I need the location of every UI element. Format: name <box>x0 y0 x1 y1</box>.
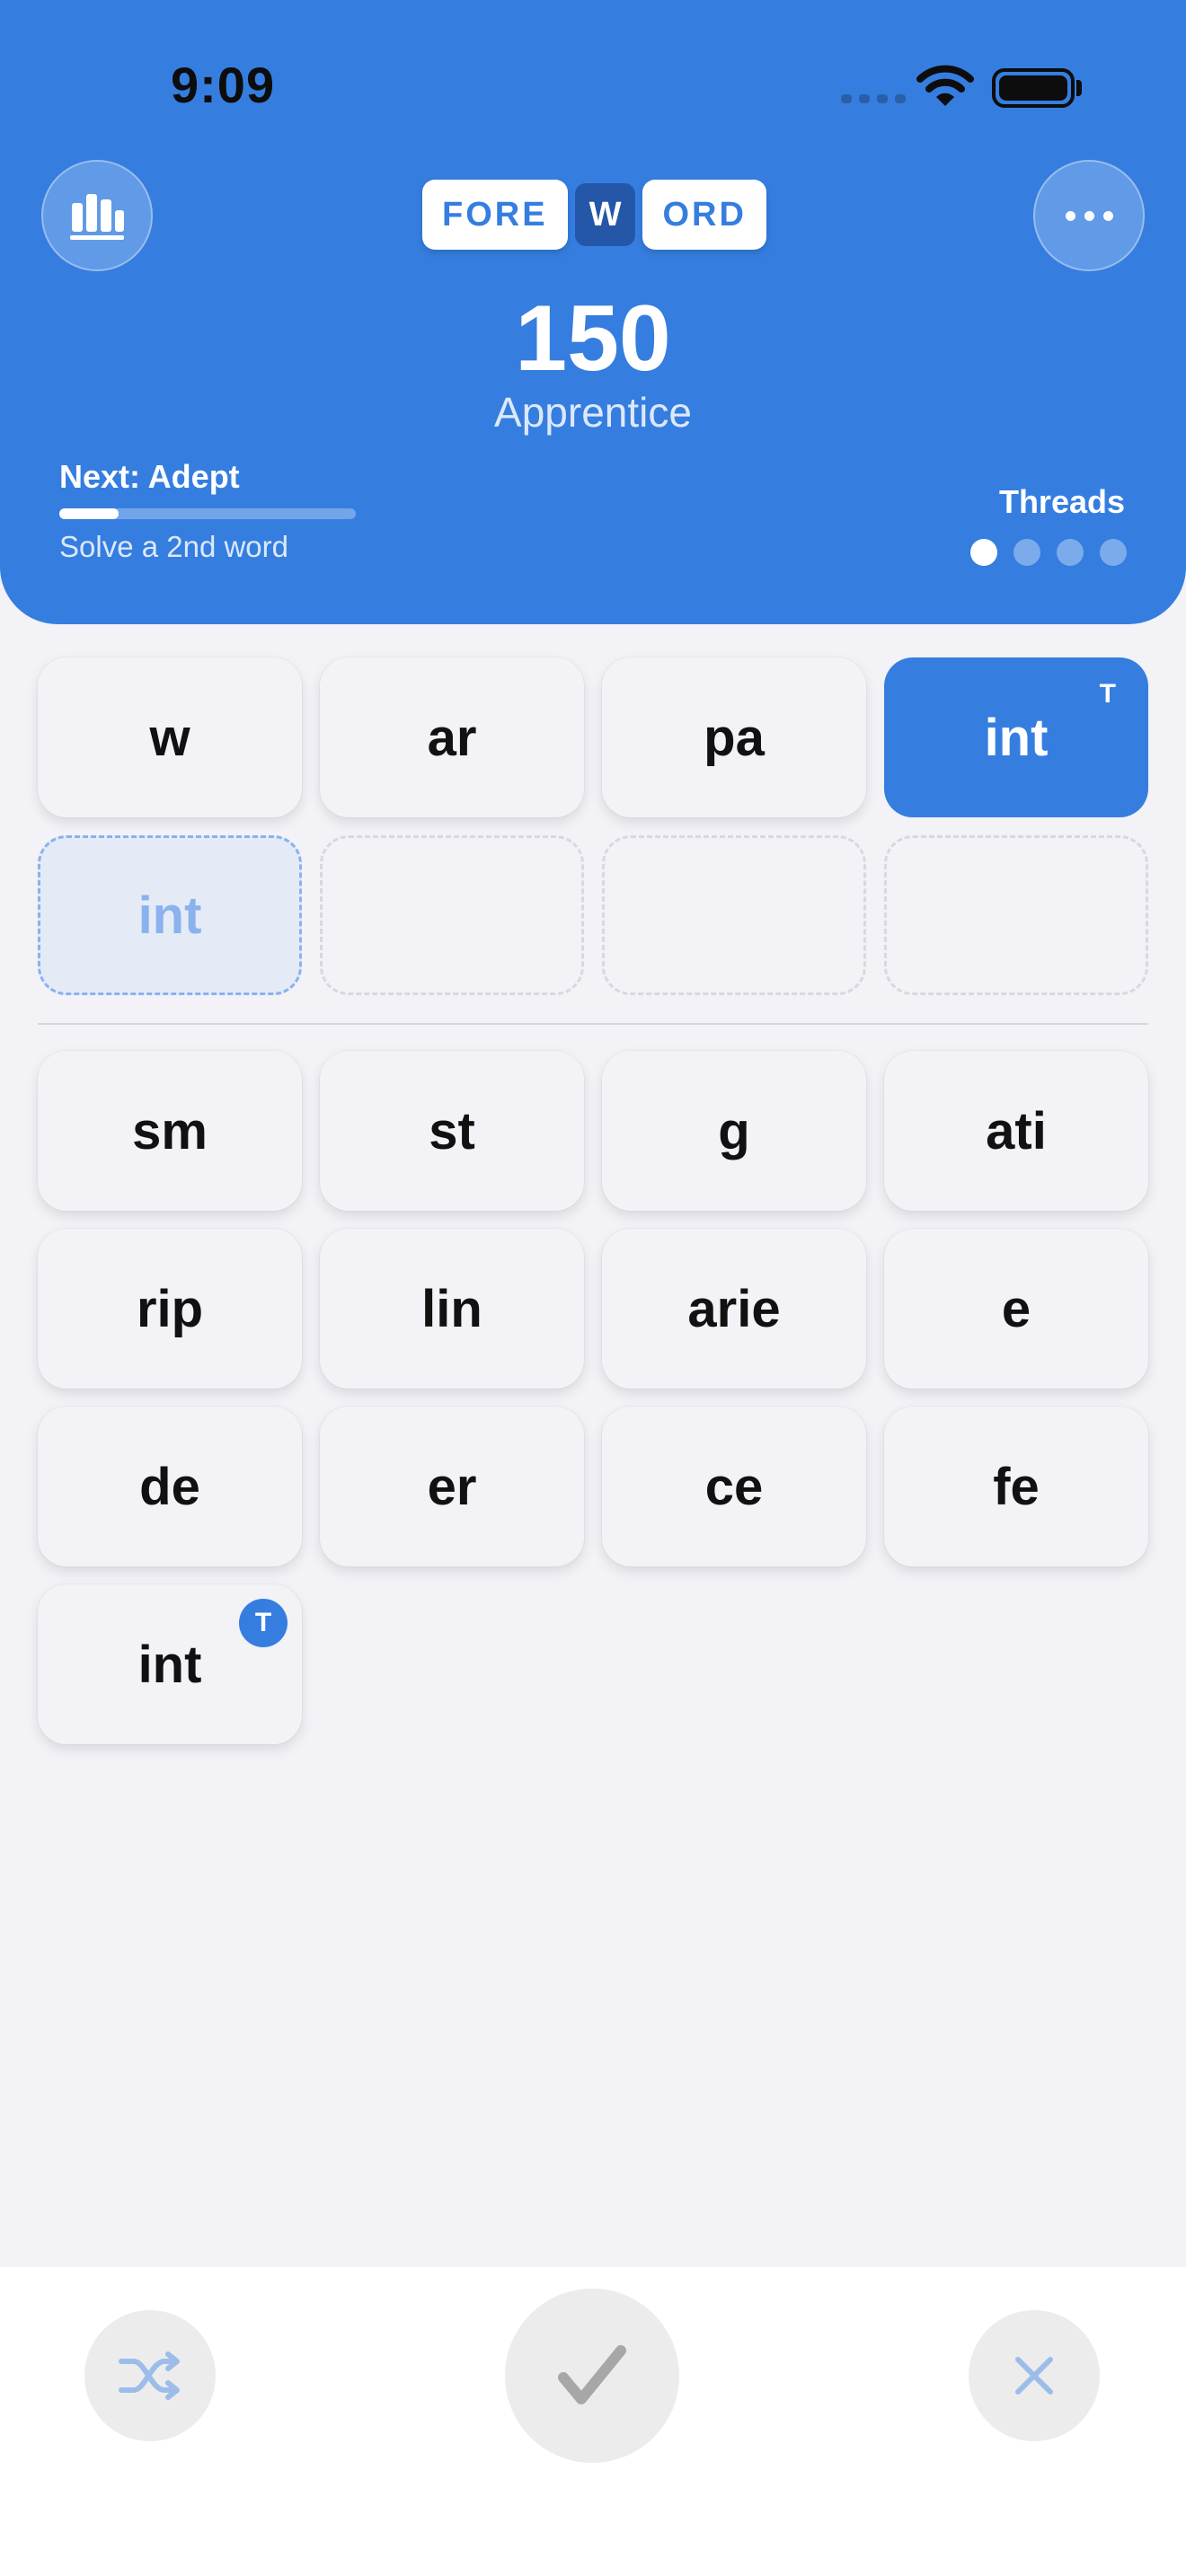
cellular-signal-icon <box>841 94 906 103</box>
tile-label: arie <box>687 1279 781 1338</box>
slot-label: int <box>137 886 202 945</box>
tile-label: er <box>427 1457 477 1516</box>
answer-slots-row: int <box>38 835 1148 995</box>
pool-tile[interactable]: ce <box>602 1407 866 1566</box>
tile-label: lin <box>421 1279 482 1338</box>
close-icon <box>1015 2357 1053 2395</box>
pool-tile[interactable]: ati <box>884 1051 1148 1211</box>
bar-chart-icon <box>70 194 124 240</box>
answer-slot[interactable] <box>602 835 866 995</box>
pool-row: sm st g ati <box>38 1051 1148 1211</box>
app-logo: FORE W ORD <box>422 180 766 250</box>
tile-label: e <box>1001 1279 1031 1338</box>
pool-tile[interactable]: st <box>320 1051 584 1211</box>
tile-label: de <box>139 1457 200 1516</box>
pool-row: int T <box>38 1584 302 1744</box>
pool-tile-thread[interactable]: int T <box>38 1584 302 1744</box>
selected-tile[interactable]: w <box>38 657 302 817</box>
logo-tile-left: FORE <box>422 180 568 250</box>
thread-dot[interactable] <box>970 539 997 566</box>
pool-tile[interactable]: fe <box>884 1407 1148 1566</box>
next-rank-label: Next: Adept <box>59 458 240 495</box>
answer-slot[interactable]: int <box>38 835 302 995</box>
pool-tile[interactable]: er <box>320 1407 584 1566</box>
checkmark-icon <box>558 2345 626 2404</box>
pool-tile[interactable]: sm <box>38 1051 302 1211</box>
pool-tile[interactable]: de <box>38 1407 302 1566</box>
tile-label: ati <box>986 1101 1047 1160</box>
tile-label: st <box>429 1101 475 1160</box>
ellipsis-icon <box>1065 210 1113 221</box>
tile-label: int <box>984 708 1049 767</box>
tile-label: rip <box>136 1279 204 1338</box>
thread-badge: T <box>239 1599 288 1647</box>
logo-tile-right: ORD <box>642 180 766 250</box>
submit-button[interactable] <box>505 2289 679 2463</box>
selected-tile[interactable]: ar <box>320 657 584 817</box>
progress-fill <box>59 508 119 519</box>
score: 150 <box>515 287 671 391</box>
header: 9:09 FORE W ORD 150 Apprentice Next: Ade… <box>0 0 1186 624</box>
tile-label: fe <box>993 1457 1040 1516</box>
tile-label: g <box>718 1101 750 1160</box>
thread-marker: T <box>1099 679 1116 709</box>
tile-label: sm <box>132 1101 208 1160</box>
next-rank-progress <box>59 508 356 519</box>
threads-label: Threads <box>998 483 1125 520</box>
wifi-icon <box>916 65 974 106</box>
shuffle-icon <box>119 2351 180 2400</box>
logo-tile-middle: W <box>574 183 636 246</box>
selected-tile-active[interactable]: int T <box>884 657 1148 817</box>
more-button[interactable] <box>1033 160 1145 271</box>
rank-title: Apprentice <box>494 389 692 436</box>
divider <box>38 1023 1148 1025</box>
stats-button[interactable] <box>41 160 153 271</box>
tile-label: ar <box>427 708 477 767</box>
answer-slot[interactable] <box>320 835 584 995</box>
status-time: 9:09 <box>171 57 276 113</box>
next-rank-hint: Solve a 2nd word <box>59 530 288 563</box>
pool-tile[interactable]: e <box>884 1229 1148 1389</box>
selected-tile[interactable]: pa <box>602 657 866 817</box>
pool-tile[interactable]: arie <box>602 1229 866 1389</box>
tile-label: w <box>149 708 190 767</box>
pool-tile[interactable]: lin <box>320 1229 584 1389</box>
threads-page-indicator[interactable] <box>970 539 1127 566</box>
pool-row: rip lin arie e <box>38 1229 1148 1389</box>
battery-icon <box>992 68 1075 108</box>
pool-tile[interactable]: g <box>602 1051 866 1211</box>
thread-dot[interactable] <box>1100 539 1127 566</box>
tile-label: ce <box>704 1457 764 1516</box>
tile-label: int <box>137 1635 202 1694</box>
selected-tiles-row: w ar pa int T <box>38 657 1148 817</box>
thread-dot[interactable] <box>1057 539 1084 566</box>
battery-tip <box>1076 80 1082 96</box>
pool-row: de er ce fe <box>38 1407 1148 1566</box>
answer-slot[interactable] <box>884 835 1148 995</box>
clear-button[interactable] <box>969 2310 1100 2441</box>
pool-tile[interactable]: rip <box>38 1229 302 1389</box>
thread-dot[interactable] <box>1013 539 1040 566</box>
tile-label: pa <box>704 708 765 767</box>
shuffle-button[interactable] <box>84 2310 216 2441</box>
